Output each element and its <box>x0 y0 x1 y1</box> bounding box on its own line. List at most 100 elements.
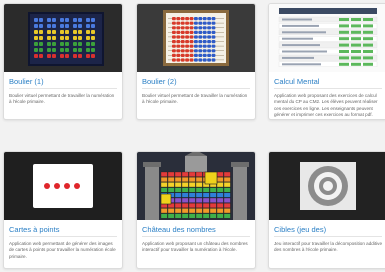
abacus-color-thumbnail[interactable] <box>137 4 255 72</box>
abacus-bead <box>86 42 90 46</box>
card-title[interactable]: Boulier (2) <box>142 77 251 86</box>
abacus-bead <box>202 53 207 57</box>
divider <box>274 88 382 89</box>
status-cell <box>363 37 373 41</box>
abacus-bead <box>52 18 56 22</box>
status-cell <box>363 56 373 60</box>
app-card-boulier-2[interactable]: Boulier (2) Boulier virtuel permettant d… <box>136 3 256 120</box>
table-cell-text <box>282 50 327 53</box>
castle-cell <box>195 171 203 177</box>
target-thumbnail[interactable] <box>269 152 385 220</box>
abacus-bead <box>86 48 90 52</box>
abacus-bead <box>172 49 176 53</box>
abacus-bead <box>60 18 64 22</box>
app-card-calcul-mental[interactable]: Calcul Mental Application web proposant … <box>268 3 385 120</box>
castle-cell <box>202 197 210 203</box>
status-cell <box>363 62 373 66</box>
abacus-bead <box>189 44 194 48</box>
castle-cell <box>174 171 182 177</box>
card-title[interactable]: Château des nombres <box>142 225 251 234</box>
abacus-bead <box>189 30 194 34</box>
table-thumbnail[interactable] <box>269 4 385 72</box>
status-cell <box>339 56 349 60</box>
castle-cell <box>181 192 189 198</box>
abacus-bead <box>194 26 198 30</box>
abacus-bead <box>198 30 203 34</box>
table-cell-text <box>282 18 312 21</box>
abacus-bead <box>91 48 95 52</box>
castle-cell <box>181 208 189 214</box>
abacus-bead <box>86 24 90 28</box>
status-cell <box>339 30 349 34</box>
app-card-chateau-des-nombres[interactable]: Château des nombres Application web prop… <box>136 151 256 269</box>
abacus-bead <box>180 21 185 25</box>
app-card-cibles[interactable]: Cibles (jeu des) Jeu interactif pour tra… <box>268 151 385 269</box>
abacus-bead <box>39 54 43 58</box>
card-title[interactable]: Boulier (1) <box>9 77 118 86</box>
abacus-bead <box>194 53 198 57</box>
castle-cell <box>174 177 182 182</box>
castle-cell <box>174 213 182 219</box>
castle-cell <box>174 203 182 208</box>
castle-cell <box>209 187 217 193</box>
castle-thumbnail[interactable] <box>137 152 255 220</box>
castle-cell <box>195 208 203 214</box>
abacus-bead <box>207 49 211 53</box>
card-title[interactable]: Calcul Mental <box>274 77 383 86</box>
abacus-bead <box>60 24 64 28</box>
abacus-bead <box>65 18 69 22</box>
castle-cell <box>167 213 175 219</box>
castle-cell <box>188 177 196 182</box>
castle-cell <box>195 213 203 219</box>
card-title[interactable]: Cibles (jeu des) <box>274 225 383 234</box>
abacus-bead <box>202 26 207 30</box>
status-cell <box>363 30 373 34</box>
abacus-dark-thumbnail[interactable] <box>4 4 122 72</box>
app-card-cartes-a-points[interactable]: Cartes à points Application web permetta… <box>3 151 123 269</box>
abacus-bead <box>172 53 176 57</box>
status-cell <box>339 37 349 41</box>
castle-cell <box>188 192 196 198</box>
abacus-bead <box>86 18 90 22</box>
abacus-bead <box>65 36 69 40</box>
abacus-bead <box>202 35 207 39</box>
abacus-bead <box>207 35 211 39</box>
abacus-bead <box>180 44 185 48</box>
abacus-bead <box>211 30 216 34</box>
abacus-bead <box>198 35 203 39</box>
abacus-bead <box>207 26 211 30</box>
abacus-bead <box>207 58 211 62</box>
abacus-bead <box>198 44 203 48</box>
abacus-bead <box>78 54 82 58</box>
abacus-bead <box>202 44 207 48</box>
table-cell-text <box>282 31 326 34</box>
castle-cell <box>160 182 168 188</box>
abacus-bead <box>189 58 194 62</box>
abacus-frame <box>163 10 229 66</box>
abacus-bead <box>211 21 216 25</box>
abacus-bead <box>198 58 203 62</box>
abacus-bead <box>198 26 203 30</box>
table-cell-text <box>282 24 319 27</box>
abacus-bead <box>47 24 51 28</box>
abacus-bead <box>189 21 194 25</box>
abacus-bead <box>60 42 64 46</box>
abacus-bead <box>176 30 181 34</box>
abacus-bead <box>180 40 185 44</box>
abacus-bead <box>172 17 176 21</box>
castle-cell <box>209 208 217 214</box>
dot-cards-thumbnail[interactable] <box>4 152 122 220</box>
castle-cell <box>167 182 175 188</box>
abacus-bead <box>189 26 194 30</box>
castle-cell <box>181 203 189 208</box>
abacus-bead <box>39 24 43 28</box>
card-title[interactable]: Cartes à points <box>9 225 118 234</box>
card-description: Boulier virtuel permettant de travailler… <box>142 93 248 105</box>
castle-cell <box>202 187 210 193</box>
abacus-bead <box>202 30 207 34</box>
divider <box>142 236 250 237</box>
castle-cell <box>223 197 231 203</box>
abacus-bead <box>86 36 90 40</box>
app-card-boulier-1[interactable]: Boulier (1) Boulier virtuel permettant d… <box>3 3 123 120</box>
dot-card <box>33 164 93 208</box>
